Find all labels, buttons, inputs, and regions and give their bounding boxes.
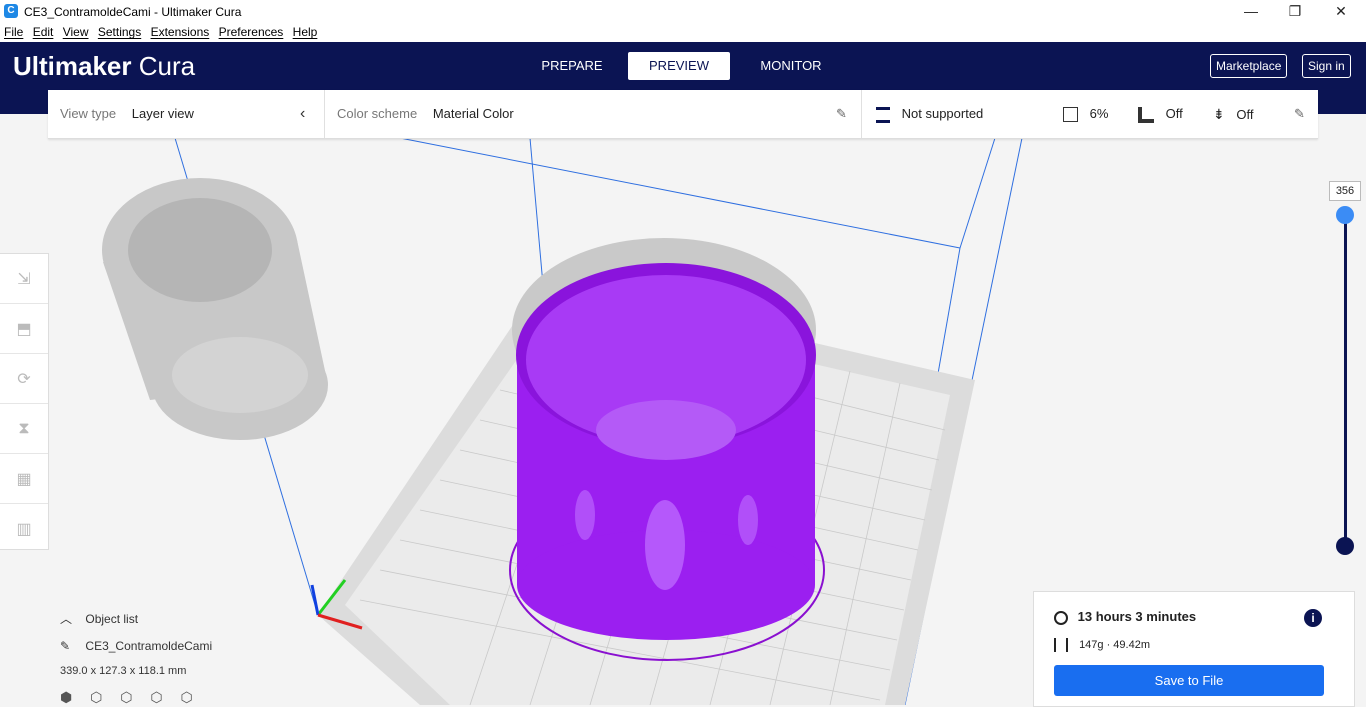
printer-profile-icon bbox=[876, 106, 890, 123]
adhesion-setting[interactable]: ⇟ Off bbox=[1213, 90, 1253, 138]
menu-view[interactable]: View bbox=[63, 24, 89, 41]
tab-monitor[interactable]: MONITOR bbox=[746, 52, 836, 80]
move-tool-icon[interactable]: ⇲ bbox=[0, 254, 48, 304]
unsliced-object-ghost[interactable] bbox=[102, 178, 328, 440]
menu-settings[interactable]: Settings bbox=[98, 24, 141, 41]
layer-slider-track[interactable] bbox=[1344, 214, 1347, 544]
chevron-up-icon: ︿ bbox=[60, 612, 73, 626]
object-name: CE3_ContramoldeCami bbox=[85, 639, 213, 653]
edit-settings-pencil-icon[interactable]: ✎ bbox=[1294, 90, 1305, 138]
support-setting[interactable]: Off bbox=[1138, 90, 1183, 138]
tab-preview[interactable]: PREVIEW bbox=[628, 52, 730, 80]
infill-value: 6% bbox=[1089, 106, 1109, 121]
adhesion-icon: ⇟ bbox=[1213, 106, 1225, 122]
camera-3d-view-icon[interactable]: ⬢ bbox=[60, 689, 72, 705]
material-usage-row: 147g · 49.42m bbox=[1054, 638, 1150, 652]
sign-in-button[interactable]: Sign in bbox=[1302, 54, 1351, 78]
info-icon[interactable]: i bbox=[1304, 609, 1322, 627]
object-list-header[interactable]: ︿ Object list bbox=[60, 610, 212, 627]
cura-app-icon: C bbox=[4, 4, 18, 18]
infill-setting[interactable]: 6% bbox=[1063, 90, 1108, 138]
object-list-item[interactable]: ✎ CE3_ContramoldeCami bbox=[60, 639, 212, 653]
view-type-selector[interactable]: View type Layer view bbox=[60, 90, 194, 138]
view-type-value: Layer view bbox=[131, 106, 194, 121]
color-scheme-label: Color scheme bbox=[337, 106, 418, 121]
object-dimensions: 339.0 x 127.3 x 118.1 mm bbox=[60, 665, 187, 677]
scale-tool-icon[interactable]: ⬒ bbox=[0, 304, 48, 354]
adhesion-value: Off bbox=[1236, 107, 1254, 122]
mirror-tool-icon[interactable]: ⧗ bbox=[0, 404, 48, 454]
menu-bar: File Edit View Settings Extensions Prefe… bbox=[0, 24, 1366, 42]
filament-icon bbox=[1054, 638, 1068, 652]
view-type-label: View type bbox=[60, 106, 117, 121]
pencil-icon: ✎ bbox=[60, 639, 71, 653]
clock-icon bbox=[1054, 610, 1068, 625]
print-time-row: 13 hours 3 minutes bbox=[1054, 609, 1196, 625]
print-setup-selector[interactable]: Not supported bbox=[876, 90, 983, 138]
camera-right-view-icon[interactable]: ⬡ bbox=[181, 689, 193, 705]
title-bar: C CE3_ContramoldeCami - Ultimaker Cura —… bbox=[0, 0, 1366, 24]
material-usage: 147g · 49.42m bbox=[1079, 638, 1150, 651]
per-model-settings-icon[interactable]: ▦ bbox=[0, 454, 48, 504]
marketplace-button[interactable]: Marketplace bbox=[1210, 54, 1288, 78]
camera-top-view-icon[interactable]: ⬡ bbox=[120, 689, 132, 705]
camera-front-view-icon[interactable]: ⬡ bbox=[90, 689, 102, 705]
ultimaker-cura-logo: Ultimaker Cura bbox=[13, 51, 196, 81]
menu-preferences[interactable]: Preferences bbox=[219, 24, 284, 41]
save-to-file-button[interactable]: Save to File bbox=[1054, 665, 1324, 696]
chevron-left-icon[interactable]: ‹ bbox=[300, 90, 305, 138]
camera-view-buttons: ⬢ ⬡ ⬡ ⬡ ⬡ bbox=[60, 689, 212, 706]
object-list-panel: ︿ Object list ✎ CE3_ContramoldeCami 339.… bbox=[60, 610, 212, 706]
rotate-tool-icon[interactable]: ⟳ bbox=[0, 354, 48, 404]
close-button[interactable]: ✕ bbox=[1318, 0, 1364, 24]
support-blocker-icon[interactable]: ▥ bbox=[0, 504, 48, 553]
view-options-bar: View type Layer view ‹ Color scheme Mate… bbox=[48, 90, 1318, 139]
menu-help[interactable]: Help bbox=[293, 24, 318, 41]
current-layer-input[interactable]: 356 bbox=[1329, 181, 1361, 201]
sliced-model-cylinder[interactable] bbox=[509, 263, 825, 661]
layer-slider-lower-handle[interactable] bbox=[1336, 537, 1354, 555]
minimize-button[interactable]: — bbox=[1228, 0, 1274, 24]
menu-file[interactable]: File bbox=[4, 24, 23, 41]
print-time: 13 hours 3 minutes bbox=[1077, 609, 1197, 624]
color-scheme-value: Material Color bbox=[432, 106, 514, 121]
profile-status: Not supported bbox=[901, 106, 984, 121]
support-value: Off bbox=[1165, 106, 1183, 121]
infill-icon bbox=[1063, 107, 1078, 123]
menu-edit[interactable]: Edit bbox=[33, 24, 54, 41]
camera-left-view-icon[interactable]: ⬡ bbox=[150, 689, 162, 705]
window-title: CE3_ContramoldeCami - Ultimaker Cura bbox=[24, 5, 242, 19]
color-scheme-selector[interactable]: Color scheme Material Color bbox=[337, 90, 514, 138]
print-information-panel: 13 hours 3 minutes i 147g · 49.42m Save … bbox=[1033, 591, 1355, 707]
maximize-button[interactable]: ❐ bbox=[1272, 0, 1318, 24]
object-list-title: Object list bbox=[85, 612, 139, 626]
tool-panel: ⇲ ⬒ ⟳ ⧗ ▦ ▥ bbox=[0, 253, 49, 550]
menu-extensions[interactable]: Extensions bbox=[151, 24, 210, 41]
tab-prepare[interactable]: PREPARE bbox=[528, 52, 616, 80]
pencil-icon[interactable]: ✎ bbox=[836, 90, 847, 138]
support-icon bbox=[1138, 106, 1154, 123]
layer-slider-upper-handle[interactable] bbox=[1336, 206, 1354, 224]
